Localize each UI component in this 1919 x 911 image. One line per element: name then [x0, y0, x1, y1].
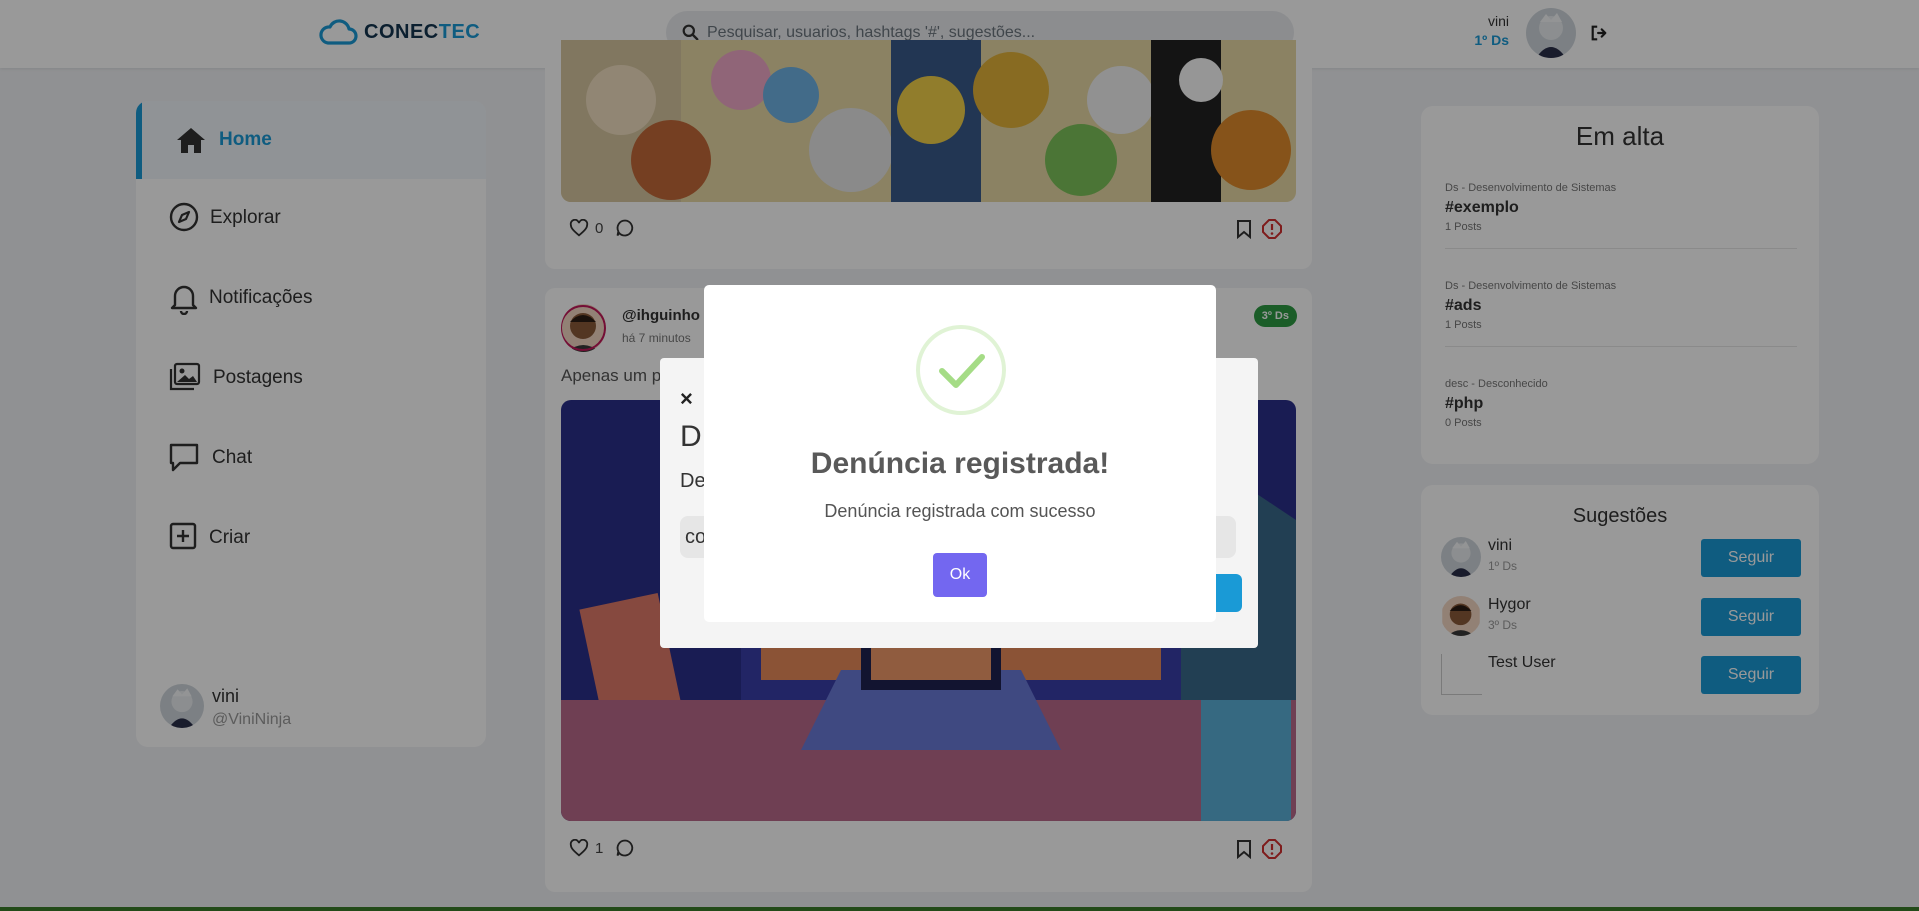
ok-button[interactable]: Ok: [933, 553, 987, 597]
success-check-icon: [916, 325, 1006, 415]
alert-title: Denúncia registrada!: [810, 447, 1110, 480]
close-icon[interactable]: ×: [680, 386, 693, 412]
report-modal-subtitle: De: [680, 470, 706, 492]
alert-text: Denúncia registrada com sucesso: [824, 501, 1096, 521]
success-alert: Denúncia registrada! Denúncia registrada…: [704, 285, 1216, 622]
report-modal-title: D: [680, 420, 702, 453]
